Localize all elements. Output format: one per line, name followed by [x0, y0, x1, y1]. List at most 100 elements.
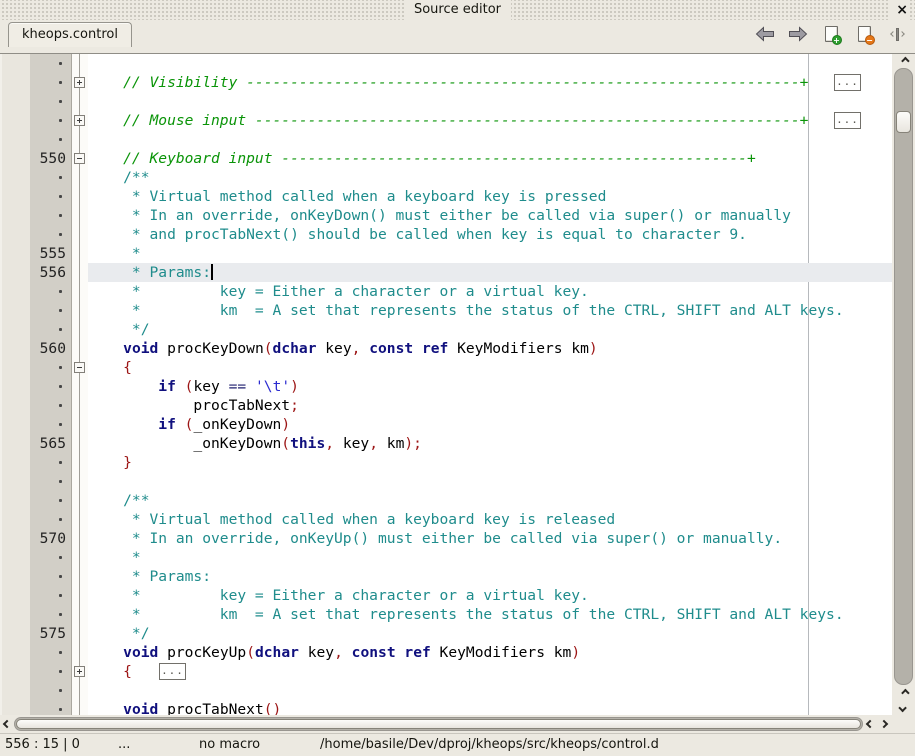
fold-expand-icon[interactable]: [74, 666, 85, 677]
line-dot: [59, 309, 62, 312]
scroll-left-button[interactable]: [0, 715, 14, 733]
fold-gutter-cell: [72, 605, 88, 624]
collapsed-fold-box[interactable]: ...: [834, 112, 861, 129]
fold-expand-icon[interactable]: [74, 115, 85, 126]
line-dot: [59, 328, 62, 331]
detach-editor-button[interactable]: [885, 22, 909, 46]
tab-kheops-control[interactable]: kheops.control: [8, 22, 132, 47]
code-line[interactable]: *: [88, 244, 892, 263]
code-line[interactable]: * km = A set that represents the status …: [88, 605, 892, 624]
code-line[interactable]: if (key == '\t'): [88, 377, 892, 396]
code-line[interactable]: * Params:: [88, 263, 892, 282]
line-number: [30, 130, 71, 149]
code-line[interactable]: * km = A set that represents the status …: [88, 301, 892, 320]
code-line[interactable]: * and procTabNext() should be called whe…: [88, 225, 892, 244]
line-dot: [59, 651, 62, 654]
line-number: [30, 111, 71, 130]
code-line[interactable]: [88, 472, 892, 491]
fold-collapse-icon[interactable]: [74, 153, 85, 164]
line-number: [30, 92, 71, 111]
fold-gutter-cell: [72, 548, 88, 567]
scroll-up-button[interactable]: [892, 54, 915, 68]
vscroll-track[interactable]: [894, 68, 913, 685]
line-dot: [59, 290, 62, 293]
fold-gutter-cell[interactable]: [72, 73, 88, 92]
fold-expand-icon[interactable]: [74, 77, 85, 88]
horizontal-scrollbar[interactable]: [0, 715, 891, 733]
code-line[interactable]: // Keyboard input ----------------------…: [88, 149, 892, 168]
code-line[interactable]: }: [88, 453, 892, 472]
line-dot: [59, 404, 62, 407]
line-number: [30, 548, 71, 567]
titlebar[interactable]: Source editor ×: [0, 0, 915, 20]
code-line[interactable]: [88, 54, 892, 73]
fold-gutter-cell: [72, 244, 88, 263]
hscroll-track[interactable]: [14, 717, 863, 731]
code-line[interactable]: {: [88, 358, 892, 377]
code-line[interactable]: void procKeyDown(dchar key, const ref Ke…: [88, 339, 892, 358]
code-line[interactable]: if (_onKeyDown): [88, 415, 892, 434]
fold-gutter-cell: [72, 320, 88, 339]
fold-gutter-cell: [72, 643, 88, 662]
fold-gutter-cell[interactable]: [72, 149, 88, 168]
code-line[interactable]: void procTabNext(): [88, 700, 892, 715]
code-line[interactable]: void procKeyUp(dchar key, const ref KeyM…: [88, 643, 892, 662]
code-line[interactable]: * Virtual method called when a keyboard …: [88, 187, 892, 206]
line-number: [30, 187, 71, 206]
collapsed-fold-box[interactable]: ...: [834, 74, 861, 91]
code-line[interactable]: * Virtual method called when a keyboard …: [88, 510, 892, 529]
fold-gutter-cell: [72, 624, 88, 643]
code-line[interactable]: procTabNext;: [88, 396, 892, 415]
scroll-left-button-right[interactable]: [863, 715, 877, 733]
go-forward-button[interactable]: [786, 22, 810, 46]
code-line[interactable]: * key = Either a character or a virtual …: [88, 586, 892, 605]
code-line[interactable]: [88, 92, 892, 111]
close-icon[interactable]: ×: [888, 0, 910, 20]
chevron-right-icon: [880, 720, 888, 728]
code-area[interactable]: // Visibility --------------------------…: [88, 54, 892, 715]
code-line[interactable]: * Params:: [88, 567, 892, 586]
fold-margin[interactable]: [72, 54, 88, 715]
code-line[interactable]: _onKeyDown(this, key, km);: [88, 434, 892, 453]
code-line[interactable]: [88, 130, 892, 149]
new-document-icon: +: [825, 26, 838, 42]
add-document-button[interactable]: +: [819, 22, 843, 46]
fold-gutter-cell: [72, 415, 88, 434]
line-dot: [59, 195, 62, 198]
chevron-left-icon: [866, 720, 874, 728]
code-line[interactable]: */: [88, 624, 892, 643]
forward-arrow-icon: [788, 26, 808, 42]
code-line[interactable]: * In an override, onKeyUp() must either …: [88, 529, 892, 548]
file-path: /home/basile/Dev/dproj/kheops/src/kheops…: [320, 734, 659, 756]
code-line[interactable]: /**: [88, 168, 892, 187]
code-line[interactable]: */: [88, 320, 892, 339]
line-number: [30, 377, 71, 396]
code-line[interactable]: /**: [88, 491, 892, 510]
fold-gutter-cell[interactable]: [72, 111, 88, 130]
fold-gutter-cell[interactable]: [72, 358, 88, 377]
remove-document-button[interactable]: −: [852, 22, 876, 46]
text-caret: [211, 264, 213, 280]
collapsed-fold-box[interactable]: ...: [159, 663, 186, 680]
fold-gutter-cell[interactable]: [72, 662, 88, 681]
line-dot: [59, 689, 62, 692]
code-area-lines: // Visibility --------------------------…: [88, 54, 892, 715]
fold-gutter-cell: [72, 282, 88, 301]
code-line[interactable]: *: [88, 548, 892, 567]
code-line[interactable]: * key = Either a character or a virtual …: [88, 282, 892, 301]
vertical-scrollbar[interactable]: [892, 54, 915, 715]
hscroll-thumb[interactable]: [16, 719, 861, 729]
go-back-button[interactable]: [753, 22, 777, 46]
fold-gutter-cell: [72, 187, 88, 206]
fold-collapse-icon[interactable]: [74, 362, 85, 373]
code-line[interactable]: * In an override, onKeyDown() must eithe…: [88, 206, 892, 225]
code-line[interactable]: // Visibility --------------------------…: [88, 73, 892, 92]
line-dot: [59, 499, 62, 502]
vscroll-thumb[interactable]: [896, 111, 911, 133]
code-line[interactable]: [88, 681, 892, 700]
scroll-right-button[interactable]: [877, 715, 891, 733]
code-line[interactable]: // Mouse input -------------------------…: [88, 111, 892, 130]
scroll-up-button-bottom[interactable]: [892, 685, 915, 700]
scroll-down-button[interactable]: [892, 700, 915, 715]
code-line[interactable]: {...: [88, 662, 892, 681]
